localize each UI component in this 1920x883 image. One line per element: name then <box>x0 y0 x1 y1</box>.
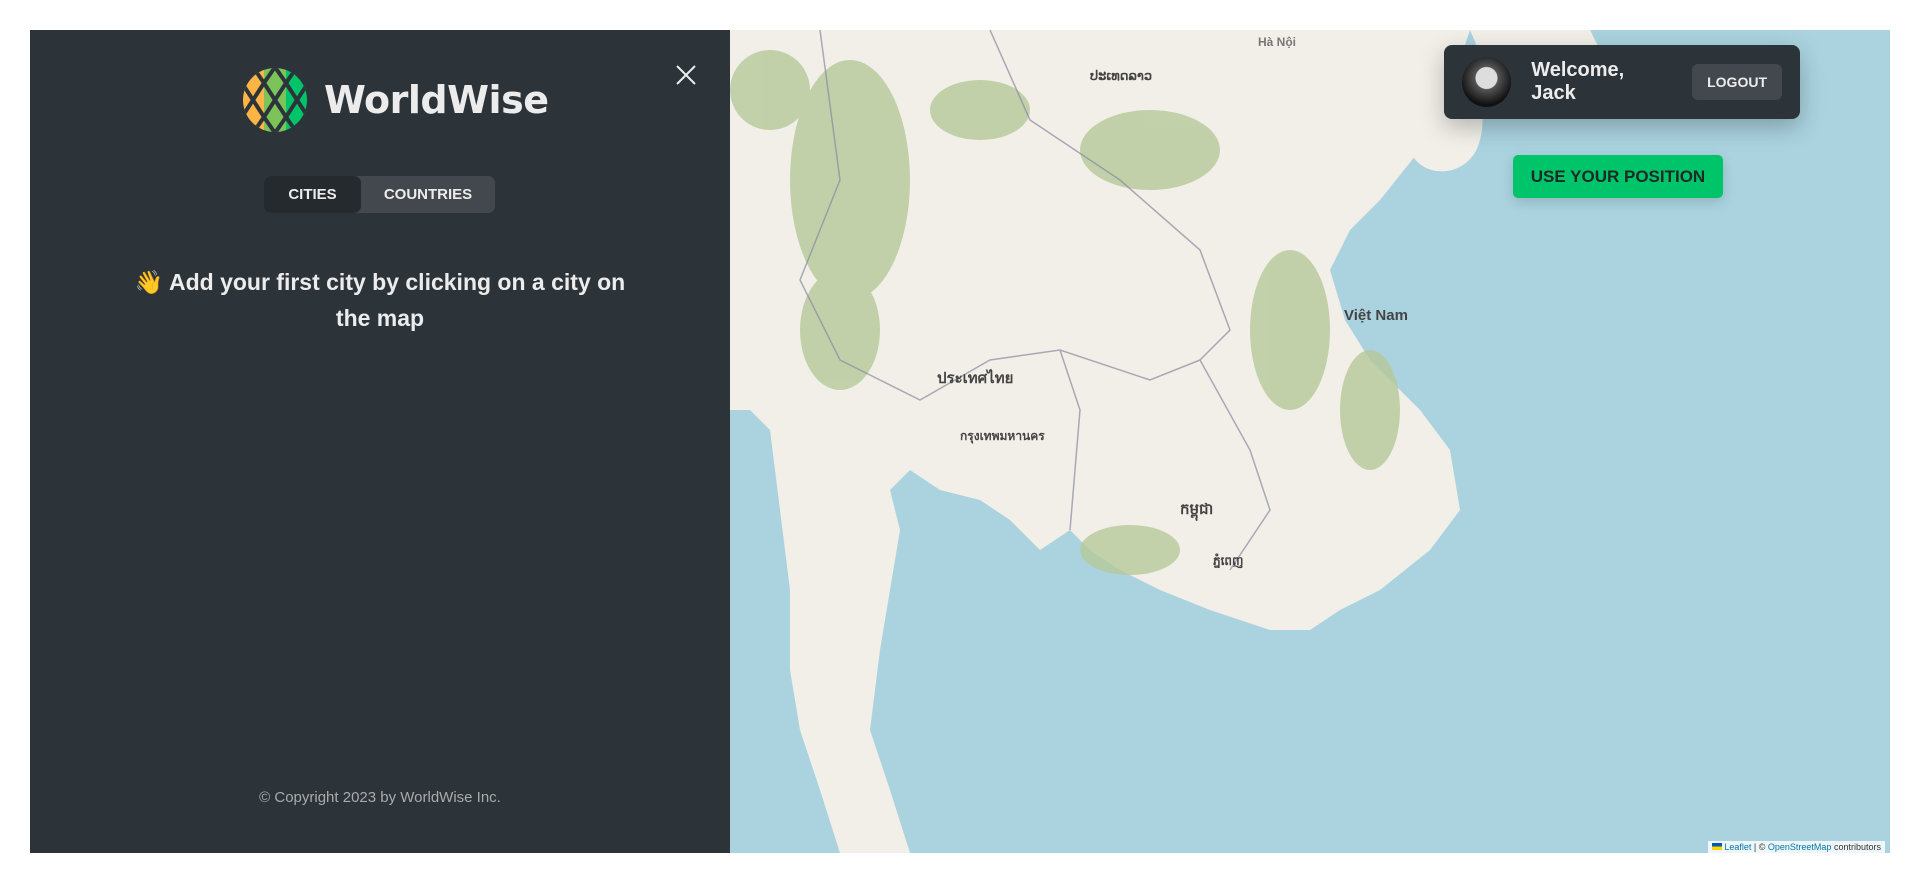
view-tabs: CITIES COUNTRIES <box>264 176 495 213</box>
welcome-text: Welcome, Jack <box>1531 59 1625 104</box>
tab-cities[interactable]: CITIES <box>264 176 361 213</box>
ukraine-flag-icon <box>1711 843 1722 850</box>
waving-hand-icon: 👋 <box>134 269 164 295</box>
map-label-thailand: ประเทศไทย <box>937 370 1014 387</box>
app: WorldWise CITIES COUNTRIES 👋 Add your fi… <box>30 30 1890 853</box>
map-label-phnom-penh: ភ្នំពេញ <box>1213 554 1244 568</box>
brand-name: WorldWise <box>324 78 549 122</box>
avatar <box>1462 57 1512 107</box>
leaflet-link[interactable]: Leaflet <box>1724 842 1751 852</box>
osm-link[interactable]: OpenStreetMap <box>1768 842 1832 852</box>
attribution-suffix: contributors <box>1833 842 1881 852</box>
close-icon[interactable] <box>673 62 699 88</box>
map-tiles <box>730 30 1610 853</box>
map[interactable]: ປະເທດລາວ ประเทศไทย Việt Nam កម្ពុជា กรุง… <box>730 30 1890 853</box>
globe-logo-icon <box>243 68 307 132</box>
use-position-button[interactable]: USE YOUR POSITION <box>1513 155 1723 198</box>
logout-button[interactable]: LOGOUT <box>1692 64 1782 100</box>
map-label-cambodia: កម្ពុជា <box>1180 501 1214 518</box>
empty-message-text: Add your first city by clicking on a cit… <box>168 269 626 331</box>
tab-countries[interactable]: COUNTRIES <box>361 176 495 213</box>
map-attribution: Leaflet | © OpenStreetMap contributors <box>1707 841 1885 853</box>
map-label-bangkok: กรุงเทพมหานคร <box>960 429 1045 443</box>
empty-message: 👋 Add your first city by clicking on a c… <box>130 264 630 336</box>
map-label-laos: ປະເທດລາວ <box>1090 68 1153 83</box>
user-panel: Welcome, Jack LOGOUT <box>1444 45 1800 119</box>
attribution-separator: | © <box>1753 842 1766 852</box>
map-label-vietnam: Việt Nam <box>1344 307 1408 324</box>
map-label-hanoi: Hà Nội <box>1258 35 1297 49</box>
sidebar: WorldWise CITIES COUNTRIES 👋 Add your fi… <box>30 30 730 853</box>
logo[interactable]: WorldWise <box>242 67 549 133</box>
copyright: © Copyright 2023 by WorldWise Inc. <box>259 789 501 806</box>
